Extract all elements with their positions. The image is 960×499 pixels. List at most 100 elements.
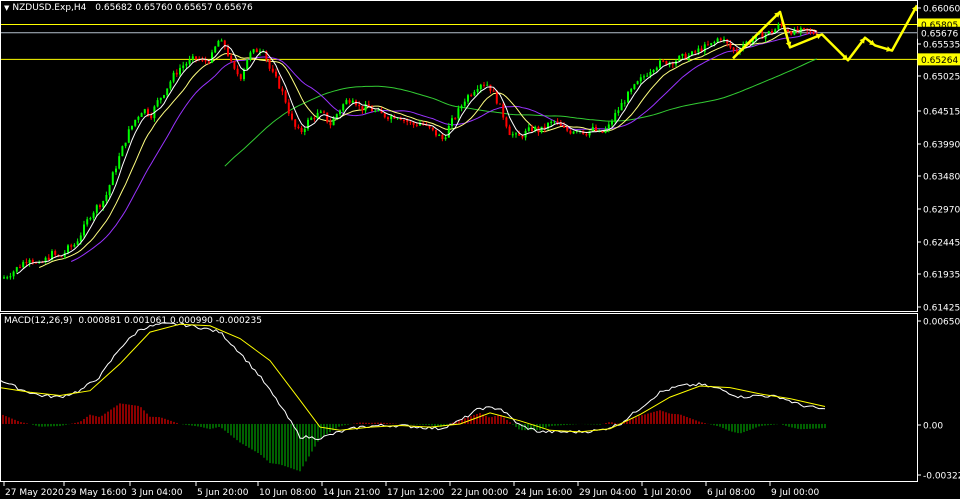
candle-body: [99, 205, 101, 208]
candle-body: [383, 113, 386, 118]
candle-body: [345, 100, 348, 105]
high-value: 0.65760: [135, 3, 173, 13]
candle: [633, 83, 636, 90]
candle-body: [339, 110, 341, 115]
candle-body: [54, 251, 57, 255]
candle: [326, 112, 329, 124]
candle-body: [505, 117, 508, 127]
price-label-text: 0.65676: [921, 29, 958, 39]
candle-body: [313, 117, 316, 119]
x-tick-label: 17 Jun 12:00: [387, 488, 444, 498]
candle-body: [211, 52, 213, 63]
candle-body: [220, 40, 223, 42]
candle: [502, 102, 505, 120]
y-tick-label: 0.66060: [923, 5, 960, 15]
candle-body: [329, 122, 332, 126]
candle-body: [716, 38, 719, 43]
candle: [111, 171, 114, 186]
candle-body: [470, 95, 473, 97]
macd-values: 0.000881 0.001061 0.000990 -0.000235: [78, 316, 262, 326]
candle-body: [150, 115, 153, 119]
candle-body: [12, 271, 15, 277]
x-tick-label: 29 May 16:00: [65, 488, 127, 498]
candle-body: [790, 31, 793, 35]
candle-body: [67, 245, 69, 253]
candle-body: [246, 59, 249, 70]
candle-body: [630, 89, 633, 92]
candle-body: [406, 120, 409, 122]
candle-body: [489, 84, 492, 91]
candle-body: [73, 244, 76, 247]
collapse-triangle-icon[interactable]: ▼: [4, 4, 9, 12]
candle-body: [451, 118, 453, 126]
candle-body: [156, 100, 159, 107]
candle-body: [9, 276, 12, 278]
candle-body: [137, 116, 140, 120]
candle-body: [457, 108, 460, 119]
candle-body: [662, 60, 665, 62]
candle-body: [479, 84, 482, 90]
candle-body: [649, 72, 652, 76]
candle-body: [508, 126, 511, 136]
price-label-text: 0.65264: [921, 56, 958, 66]
candle-body: [591, 126, 594, 131]
candle-body: [636, 81, 639, 85]
candle-body: [300, 127, 303, 132]
candle-body: [70, 245, 73, 247]
candle-body: [163, 95, 165, 98]
candle-body: [195, 56, 197, 59]
candle-body: [278, 76, 281, 89]
y-tick-label: 0.62445: [923, 239, 960, 249]
candle-body: [159, 97, 162, 101]
price-label: 0.65676: [917, 26, 960, 39]
candle-body: [563, 125, 565, 128]
candle-body: [387, 117, 389, 120]
candle: [278, 75, 281, 90]
candle-body: [646, 75, 649, 77]
candle-body: [502, 104, 505, 118]
candle-body: [294, 119, 297, 127]
candle-body: [495, 90, 498, 104]
candle-body: [623, 102, 626, 104]
candle-body: [121, 146, 124, 157]
candle-body: [447, 125, 450, 138]
candle-body: [809, 30, 812, 32]
candle-body: [460, 105, 463, 109]
candle: [627, 90, 629, 103]
candle-body: [732, 47, 735, 51]
candle-body: [239, 74, 242, 80]
candle-body: [105, 194, 108, 202]
candle-body: [572, 131, 575, 134]
candle-body: [249, 52, 252, 60]
y-tick-label: 0.62970: [923, 206, 960, 216]
candle-body: [348, 100, 351, 103]
candle-body: [118, 156, 121, 169]
candle-body: [713, 42, 716, 44]
candle-body: [438, 134, 441, 136]
candle-body: [476, 89, 479, 92]
candle-body: [191, 56, 194, 60]
candle-body: [342, 104, 345, 111]
candle-body: [185, 63, 188, 66]
candle-body: [316, 112, 319, 119]
candle-body: [271, 68, 274, 72]
y-tick-label: 0.65535: [923, 41, 960, 51]
candle-body: [735, 50, 738, 52]
candle-body: [527, 127, 530, 131]
candle-body: [83, 224, 85, 236]
candle-body: [409, 121, 412, 123]
candle-body: [124, 142, 127, 147]
candle-body: [319, 111, 322, 113]
candle-body: [89, 217, 92, 220]
candle: [499, 103, 501, 105]
chart-canvas[interactable]: 0.66060 0.65535 0.65025 0.64515 0.63990 0.634…: [0, 0, 960, 499]
candle-body: [15, 267, 18, 272]
candle-body: [252, 49, 255, 53]
candle-body: [694, 51, 697, 53]
symbol-label: NZDUSD.Exp,H4: [12, 3, 87, 13]
candle: [214, 45, 217, 54]
candle-body: [127, 129, 130, 143]
candle-body: [611, 121, 613, 125]
candle-body: [550, 121, 553, 123]
candle-body: [131, 125, 133, 130]
